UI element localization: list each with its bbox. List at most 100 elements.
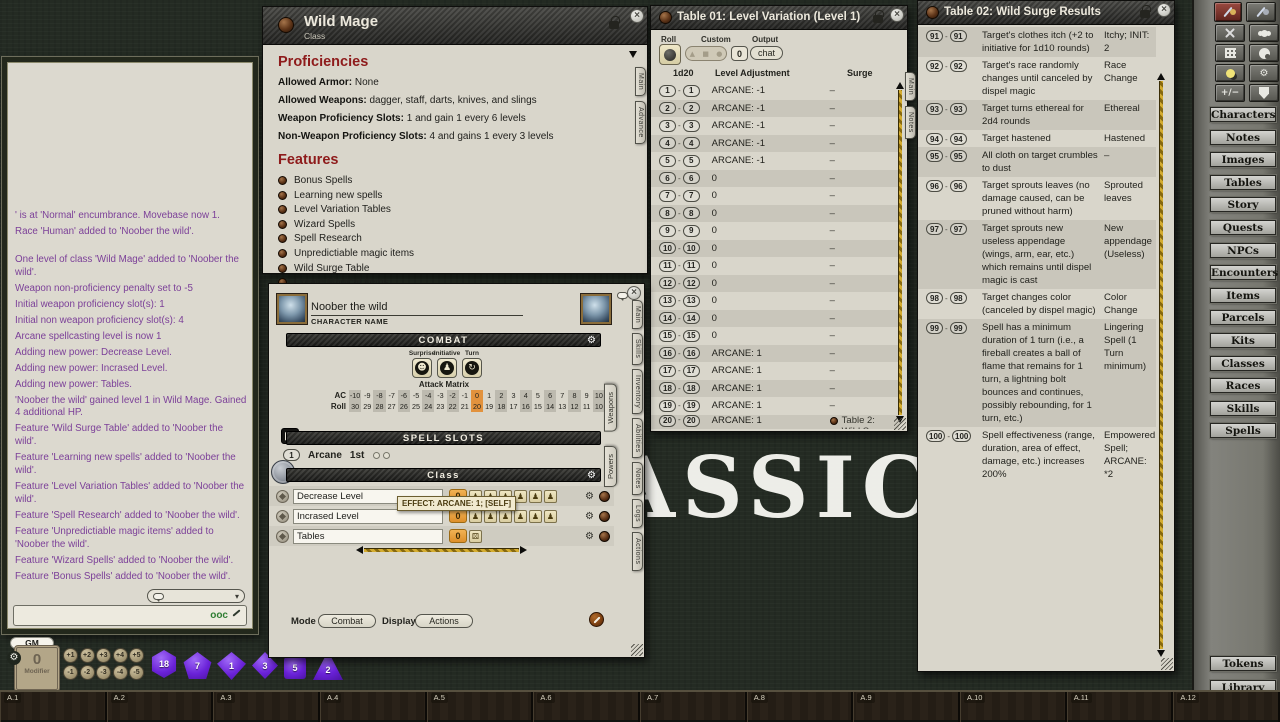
power-dice-button[interactable]: ⚄: [469, 530, 482, 543]
range-to-badge[interactable]: 7: [683, 190, 700, 202]
close-icon[interactable]: ×: [1157, 3, 1171, 17]
range-to-badge[interactable]: 9: [683, 225, 700, 237]
close-icon[interactable]: ×: [627, 286, 641, 300]
chat-log[interactable]: ' is at 'Normal' encumbrance. Movebase n…: [15, 66, 247, 585]
modifier-coin[interactable]: -4: [113, 665, 128, 680]
modifier-coin[interactable]: -1: [63, 665, 78, 680]
tab-actions[interactable]: Actions: [632, 532, 643, 570]
hotkey-slot[interactable]: A.8: [747, 692, 854, 722]
power-action-button[interactable]: ♟: [529, 510, 542, 523]
class-window-header[interactable]: Wild Mage Class ×: [263, 7, 647, 45]
sidebar-item-story[interactable]: Story: [1210, 197, 1276, 212]
power-star-icon[interactable]: [276, 510, 289, 523]
table1-scrollbar[interactable]: [898, 90, 902, 415]
range-to-badge[interactable]: 2: [683, 102, 700, 114]
sidebar-item-tables[interactable]: Tables: [1210, 175, 1276, 190]
range-from-badge[interactable]: 6: [659, 172, 676, 184]
scroll-up-icon[interactable]: [1157, 73, 1165, 80]
range-to-badge[interactable]: 19: [683, 400, 700, 412]
modifier-coin[interactable]: +2: [80, 648, 95, 663]
range-to-badge[interactable]: 92: [950, 60, 967, 72]
range-from-badge[interactable]: 92: [926, 60, 943, 72]
power-action-button[interactable]: ♟: [469, 510, 482, 523]
scroll-left-icon[interactable]: [356, 546, 363, 554]
modifier-coin[interactable]: +3: [96, 648, 111, 663]
tab-skills[interactable]: Skills: [632, 333, 643, 364]
range-to-badge[interactable]: 99: [950, 322, 967, 334]
people-icon-button[interactable]: [1249, 24, 1279, 42]
chat-mode-selector[interactable]: ▾: [147, 589, 245, 603]
power-action-button[interactable]: ♟: [544, 510, 557, 523]
d20-die[interactable]: 18: [150, 650, 178, 678]
range-from-badge[interactable]: 12: [659, 277, 676, 289]
character-portrait[interactable]: [277, 294, 307, 324]
hotkey-slot[interactable]: A.11: [1067, 692, 1174, 722]
range-to-badge[interactable]: 98: [950, 292, 967, 304]
player-mode-button[interactable]: [1246, 2, 1276, 22]
power-action-button[interactable]: ♟: [529, 490, 542, 503]
range-from-badge[interactable]: 14: [659, 312, 676, 324]
tab-abilities[interactable]: Abilities: [632, 418, 643, 459]
sidebar-item-kits[interactable]: Kits: [1210, 333, 1276, 348]
range-from-badge[interactable]: 100: [926, 430, 945, 442]
range-from-badge[interactable]: 96: [926, 180, 943, 192]
feature-item[interactable]: Level Variation Tables: [278, 204, 627, 215]
range-to-badge[interactable]: 1: [683, 85, 700, 97]
power-star-icon[interactable]: [276, 530, 289, 543]
character-name-field[interactable]: Noober the wild: [311, 301, 523, 316]
tab-inventory[interactable]: Inventory: [632, 369, 643, 414]
feature-item[interactable]: Spell Research: [278, 233, 627, 244]
modifier-coin[interactable]: -2: [80, 665, 95, 680]
power-uses-button[interactable]: 0: [449, 509, 467, 523]
range-to-badge[interactable]: 20: [683, 415, 700, 427]
resize-grip[interactable]: [1161, 658, 1173, 670]
mode-combat-button[interactable]: Combat: [318, 614, 376, 628]
sidebar-item-tokens[interactable]: Tokens: [1210, 656, 1276, 671]
range-to-badge[interactable]: 16: [683, 347, 700, 359]
gear-icon[interactable]: ⚙: [587, 335, 596, 346]
sidebar-item-encounters[interactable]: Encounters: [1210, 265, 1276, 280]
gm-mode-button[interactable]: [1214, 2, 1242, 22]
spell-slot-dot[interactable]: [373, 452, 380, 459]
lock-icon[interactable]: [1140, 10, 1150, 18]
roll-dice-button[interactable]: [659, 44, 681, 65]
chat-input[interactable]: ooc: [13, 605, 247, 626]
d12-die[interactable]: 7: [183, 652, 212, 679]
hotkey-slot[interactable]: A.10: [960, 692, 1067, 722]
range-to-badge[interactable]: 6: [683, 172, 700, 184]
tab-weapons[interactable]: Weapons: [604, 384, 617, 432]
hotkey-slot[interactable]: A.2: [107, 692, 214, 722]
power-action-button[interactable]: ♟: [484, 510, 497, 523]
horizontal-scrollbar[interactable]: [364, 548, 519, 552]
range-from-badge[interactable]: 18: [659, 382, 676, 394]
range-from-badge[interactable]: 93: [926, 103, 943, 115]
range-from-badge[interactable]: 95: [926, 150, 943, 162]
range-to-badge[interactable]: 96: [950, 180, 967, 192]
modifiers-icon-button[interactable]: +/−: [1215, 84, 1245, 102]
scroll-down-icon[interactable]: [1157, 650, 1165, 657]
range-from-badge[interactable]: 97: [926, 223, 943, 235]
range-from-badge[interactable]: 3: [659, 120, 676, 132]
range-from-badge[interactable]: 91: [926, 30, 943, 42]
sidebar-item-characters[interactable]: Characters: [1210, 107, 1276, 122]
range-from-badge[interactable]: 13: [659, 295, 676, 307]
range-from-badge[interactable]: 20: [659, 415, 676, 427]
range-from-badge[interactable]: 98: [926, 292, 943, 304]
turn-button[interactable]: ↻: [462, 358, 482, 378]
custom-slider[interactable]: ▲■●: [685, 46, 727, 61]
feature-item[interactable]: Bonus Spells: [278, 175, 627, 186]
character-portrait[interactable]: [581, 294, 611, 324]
sidebar-item-items[interactable]: Items: [1210, 288, 1276, 303]
close-icon[interactable]: ×: [890, 8, 904, 22]
edit-pencil-button[interactable]: [589, 612, 604, 627]
table2-scrollbar[interactable]: [1159, 81, 1163, 649]
power-menu-icon[interactable]: [599, 511, 610, 522]
custom-value-box[interactable]: 0: [731, 46, 748, 61]
table2-window-header[interactable]: Table 02: Wild Surge Results ×: [918, 1, 1174, 25]
range-to-badge[interactable]: 8: [683, 207, 700, 219]
d10-die[interactable]: 1: [217, 652, 246, 680]
sidebar-item-races[interactable]: Races: [1210, 378, 1276, 393]
modifier-coin[interactable]: +1: [63, 648, 78, 663]
crossed-swords-icon-button[interactable]: [1215, 24, 1245, 42]
side-tab-advance[interactable]: Advance: [635, 101, 646, 144]
